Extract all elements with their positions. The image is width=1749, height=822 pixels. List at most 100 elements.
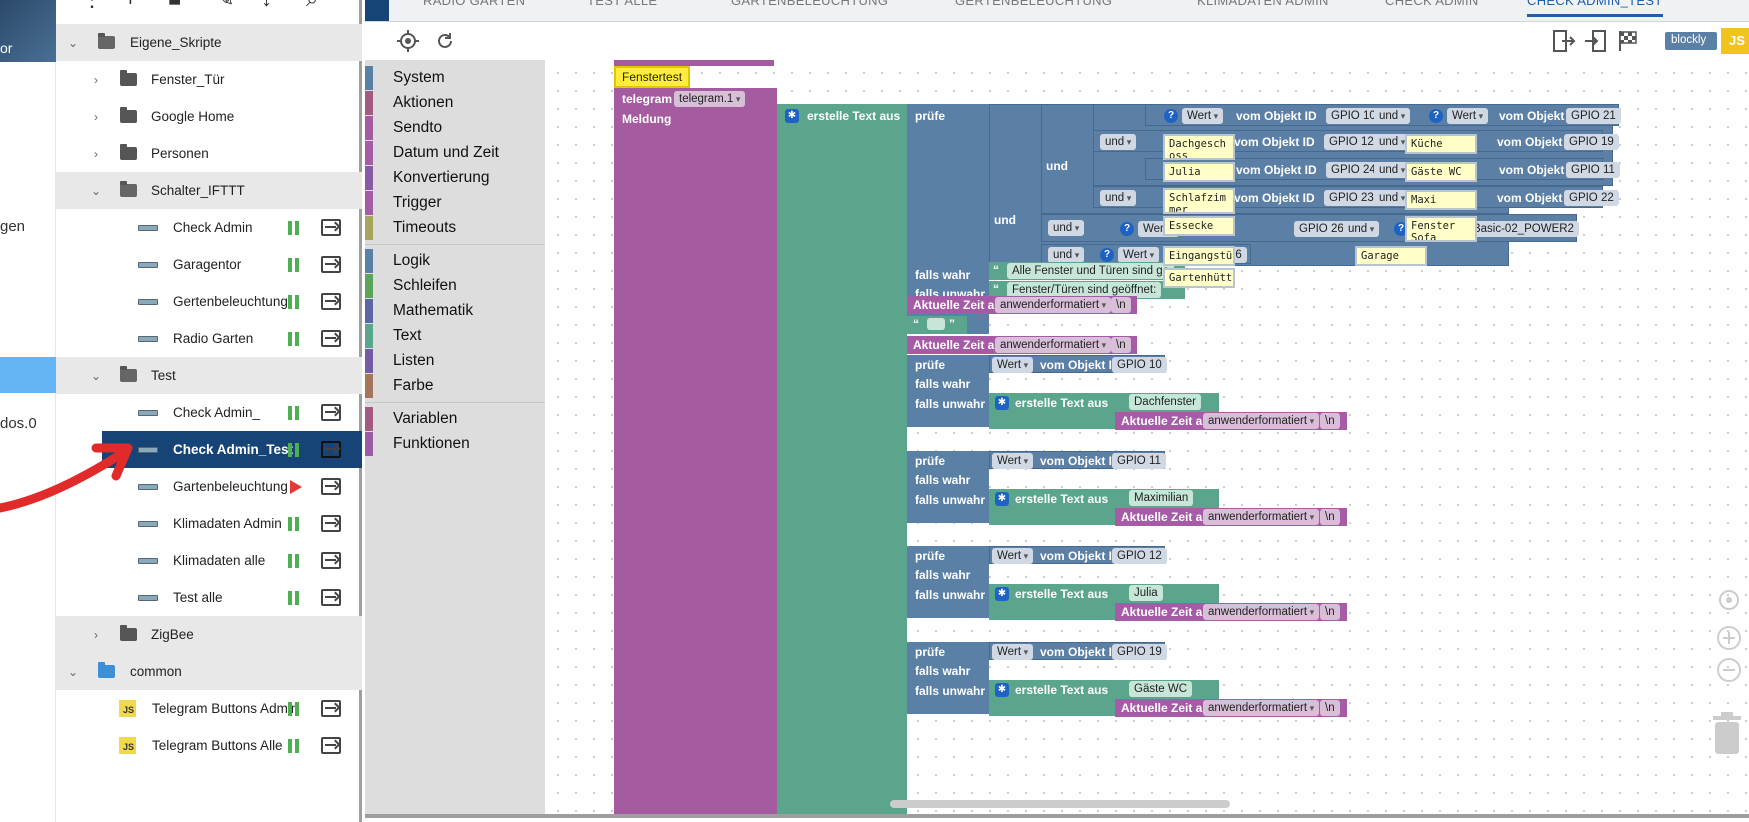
category-konvertierung[interactable]: Konvertierung [365,166,545,190]
close-tab-icon[interactable] [365,0,389,21]
category-mathematik[interactable]: Mathematik [365,299,545,323]
pause-icon[interactable] [288,332,300,346]
tab[interactable]: TEST ALLE [587,0,657,8]
and-row[interactable]: und ? Wert GPIO 26 und ? IO-Basic-02_POW… [1041,214,1579,242]
export-icon[interactable] [321,293,341,310]
search-icon[interactable]: ⌕ [306,0,318,12]
comment-hat[interactable]: Fenstertest [614,66,691,88]
note[interactable]: Maxi [1405,190,1477,210]
blockly-canvas[interactable]: Fenstertest telegram telegram.1 Meldung … [545,60,1749,818]
tree-folder[interactable]: › Fenster_Tür [56,61,362,98]
tree-folder[interactable]: ⌄ common [56,653,362,690]
locate-icon[interactable] [397,30,419,52]
more-icon[interactable]: ⋮ [81,0,103,12]
category-datum[interactable]: Datum und Zeit [365,141,545,165]
tree-script[interactable]: Radio Garten [56,320,362,357]
category-logik[interactable]: Logik [365,249,545,273]
time-block[interactable]: Aktuelle Zeit als anwenderformatiert \n [907,296,1137,314]
note[interactable]: Küche [1405,134,1477,154]
category-schleifen[interactable]: Schleifen [365,274,545,298]
category-aktionen[interactable]: Aktionen [365,91,545,115]
add-icon[interactable]: + [124,0,137,12]
time-block[interactable]: Aktuelle Zeit als anwenderformatiert \n [907,336,1137,354]
tree-script[interactable]: Gertenbeleuchtung [56,283,362,320]
pause-icon[interactable] [288,517,300,531]
strip-label[interactable]: gen [0,218,25,235]
export-icon[interactable] [321,256,341,273]
note[interactable]: Schlafzim mer [1163,188,1235,214]
tree-script-selected[interactable]: Check Admin_Test [102,431,362,468]
tab[interactable]: RADIO GARTEN [423,0,525,8]
text-block[interactable]: “ Alle Fenster und Türen sind ge [989,262,1185,280]
gear-icon[interactable]: ✱ [995,396,1009,410]
pause-icon[interactable] [288,221,300,235]
export-icon[interactable] [321,552,341,569]
category-trigger[interactable]: Trigger [365,191,545,215]
tree-folder[interactable]: › ZigBee [56,616,362,653]
telegram-instance-dropdown[interactable]: telegram.1 [674,91,746,107]
and-row[interactable]: ? Wert vom Objekt ID GPIO 10 und ? Wert … [1145,104,1621,126]
chevron-right-icon[interactable]: › [91,628,101,642]
gear-icon[interactable]: ✱ [995,587,1009,601]
tree-script[interactable]: Check Admin_ [56,394,362,431]
ternary-block[interactable]: prüfe falls wahr falls unwahr [907,546,989,618]
chevron-down-icon[interactable]: ⌄ [68,665,78,679]
pause-icon[interactable] [288,406,300,420]
tree-folder[interactable]: › Google Home [56,98,362,135]
export-icon[interactable] [321,589,341,606]
export-icon[interactable] [321,478,341,495]
telegram-block[interactable]: telegram telegram.1 Meldung [614,88,777,818]
chevron-down-icon[interactable]: ⌄ [68,36,78,50]
ternary-block[interactable]: prüfe falls wahr falls unwahr [907,451,989,523]
tree-script[interactable]: Test alle [56,579,362,616]
time-block[interactable]: Aktuelle Zeit als anwenderformatiert \n [1115,603,1347,621]
tree-script[interactable]: Klimadaten alle [56,542,362,579]
export-icon[interactable] [321,330,341,347]
export-icon[interactable] [321,441,341,458]
category-timeouts[interactable]: Timeouts [365,216,545,240]
gear-icon[interactable]: ✱ [995,683,1009,697]
chevron-right-icon[interactable]: › [91,147,101,161]
note[interactable]: Garage [1355,246,1427,266]
tree-folder[interactable]: ⌄ Schalter_IFTTT [56,172,362,209]
tab[interactable]: CHECK ADMIN [1385,0,1479,8]
sort-icon[interactable]: ↕ [261,0,272,12]
create-text-block[interactable]: ✱ erstelle Text aus [777,104,907,818]
category-listen[interactable]: Listen [365,349,545,373]
note[interactable]: Dachgesch oss [1163,134,1235,160]
category-variablen[interactable]: Variablen [365,407,545,431]
tree-script[interactable]: JS Telegram Buttons Alle [56,727,362,764]
play-icon[interactable] [290,480,302,494]
strip-label[interactable]: dos.0 [0,415,37,432]
js-mode-button[interactable]: JS [1721,28,1749,54]
import-script-icon[interactable] [1583,28,1609,54]
time-block[interactable]: Aktuelle Zeit als anwenderformatiert \n [1115,699,1347,717]
pause-icon[interactable] [288,591,300,605]
help-icon[interactable]: ? [1429,109,1443,123]
note[interactable]: Gäste WC [1405,162,1477,182]
ternary-block[interactable]: prüfe falls wahr falls unwahr [907,642,989,714]
category-sendto[interactable]: Sendto [365,116,545,140]
tree-folder[interactable]: ⌄ Eigene_Skripte [56,24,362,61]
tab[interactable]: GARTENBELEUCHTUNG [731,0,888,8]
export-icon[interactable] [321,404,341,421]
flag-icon[interactable] [1615,28,1641,54]
help-icon[interactable]: ? [1120,222,1134,236]
ternary-block[interactable]: prüfe falls wahr falls unwahr [907,355,989,427]
category-text[interactable]: Text [365,324,545,348]
pause-icon[interactable] [288,295,300,309]
empty-text-block[interactable]: “ ” [907,316,967,334]
tree-folder[interactable]: › Personen [56,135,362,172]
pause-icon[interactable] [288,702,300,716]
add-folder-icon[interactable]: ■ [168,0,181,12]
refresh-icon[interactable] [435,31,455,51]
export-icon[interactable] [321,219,341,236]
trash-icon[interactable] [1709,710,1745,756]
gear-icon[interactable]: ✱ [785,109,799,123]
note[interactable]: Eingangstür [1163,246,1235,266]
time-block[interactable]: Aktuelle Zeit als anwenderformatiert \n [1115,412,1347,430]
horizontal-scrollbar[interactable] [890,800,1230,808]
blockly-mode-button[interactable]: blockly [1665,32,1717,50]
note[interactable]: Gartenhütte [1163,268,1235,288]
export-icon[interactable] [321,700,341,717]
